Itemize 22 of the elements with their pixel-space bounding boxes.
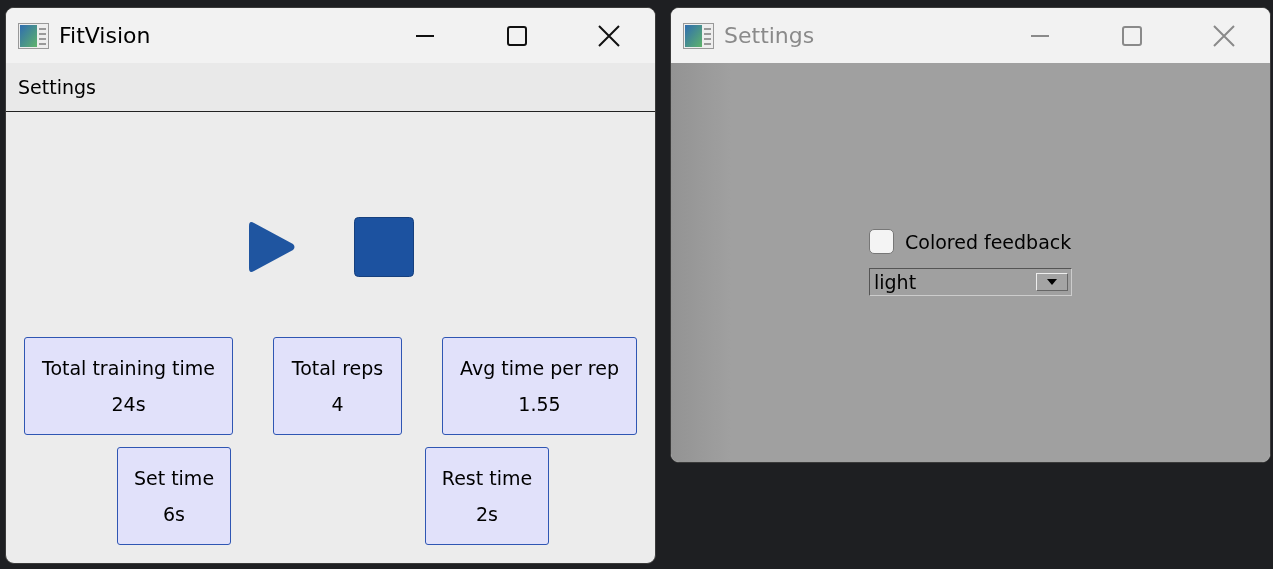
app-icon (683, 22, 714, 49)
window-title: Settings (724, 23, 816, 48)
window-title: FitVision (59, 23, 152, 48)
checkbox-label: Colored feedback (905, 230, 1072, 253)
stat-label: Total training time (42, 357, 215, 379)
stat-value: 4 (331, 393, 344, 415)
theme-dropdown[interactable]: light (869, 268, 1072, 296)
stat-value: 2s (476, 503, 498, 525)
app-icon (18, 22, 49, 49)
menu-item[interactable]: Settings (18, 76, 96, 98)
checkbox[interactable] (869, 229, 894, 254)
stat-label: Rest time (441, 467, 533, 489)
stat-label: Set time (133, 467, 215, 489)
close-icon[interactable] (598, 24, 620, 47)
play-icon[interactable] (249, 220, 296, 274)
stat-label: Total reps (291, 357, 384, 379)
stat-label: Avg time per rep (460, 357, 619, 379)
maximize-icon[interactable] (507, 25, 527, 46)
stat-value: 1.55 (518, 393, 561, 415)
stat-value: 6s (163, 503, 185, 525)
stat-value: 24s (111, 393, 146, 415)
minimize-icon[interactable] (415, 34, 435, 37)
